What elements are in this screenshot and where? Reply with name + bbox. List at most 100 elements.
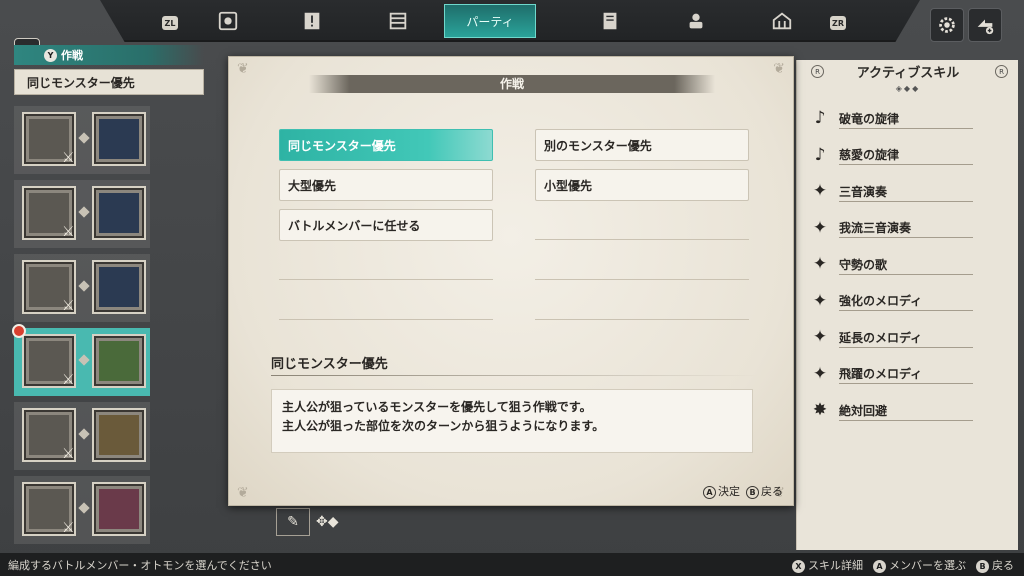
bottom-icon-row: ✎ ✥◆ [276, 508, 339, 536]
zl-button[interactable]: ZL [162, 16, 178, 30]
option-small-priority[interactable]: 小型優先 [535, 169, 749, 201]
stable-icon [772, 12, 792, 30]
skill-label: 我流三音演奏 [839, 221, 912, 236]
tab-notebook[interactable] [570, 4, 650, 38]
strategy-header-label: 作戦 [61, 49, 83, 62]
monstie-portrait[interactable] [92, 112, 146, 166]
weapon-icon: ⚔ [62, 150, 75, 166]
ornament-icon: ❦ [237, 61, 249, 77]
b-button-icon: B [746, 486, 759, 499]
link-diamond-icon [78, 132, 90, 144]
notebook-icon [603, 12, 617, 30]
page-indicator: ◈◆◆ [895, 84, 921, 93]
weapon-icon: ⚔ [62, 520, 75, 536]
add-member-button[interactable] [968, 8, 1002, 42]
description-box: 主人公が狙っているモンスターを優先して狙う作戦です。 主人公が狙った部位を次のタ… [271, 389, 753, 453]
party-row[interactable]: ⚔ [14, 180, 150, 248]
tab-inventory[interactable] [188, 4, 268, 38]
confirm-label: 決定 [718, 485, 740, 498]
monstie-portrait[interactable] [92, 186, 146, 240]
empty-slot-line [279, 279, 493, 280]
skill-label: 慈愛の旋律 [839, 148, 900, 163]
party-row[interactable]: ⚔ [14, 106, 150, 174]
skill-item[interactable]: ✸ 絶対回避 [809, 392, 1009, 429]
settings-button[interactable] [930, 8, 964, 42]
kinship-icon[interactable]: ✎ [276, 508, 310, 536]
active-skills-title: アクティブスキル [856, 65, 960, 81]
option-other-monster[interactable]: 別のモンスター優先 [535, 129, 749, 161]
footer-back-label: 戻る [992, 559, 1014, 572]
skill-item[interactable]: ✦ 延長のメロディ [809, 319, 1009, 356]
link-diamond-icon [78, 428, 90, 440]
tab-quests[interactable] [272, 4, 352, 38]
skill-item[interactable]: ♪ 慈愛の旋律 [809, 137, 1009, 174]
party-row[interactable]: ⚔ [14, 476, 150, 544]
tab-records[interactable] [358, 4, 438, 38]
tab-robot[interactable] [656, 4, 736, 38]
skill-item[interactable]: ✦ 守勢の歌 [809, 246, 1009, 283]
dodge-icon: ✸ [812, 400, 828, 421]
dialog-title: 作戦 [309, 75, 715, 93]
option-leave-to-members[interactable]: バトルメンバーに任せる [279, 209, 493, 241]
zr-button[interactable]: ZR [830, 16, 846, 30]
monstie-portrait[interactable] [92, 260, 146, 314]
select-member-hint[interactable]: A メンバーを選ぶ [873, 557, 966, 573]
confirm-hint[interactable]: A 決定 [703, 483, 740, 499]
strategy-dialog: ❦ ❦ ❦ ❦ 作戦 同じモンスター優先 大型優先 バトルメンバーに任せる 別の… [228, 56, 794, 506]
sparkle-icon: ✦ [812, 181, 828, 202]
active-skills-panel: R アクティブスキル R ◈◆◆ ♪ 破竜の旋律 ♪ 慈愛の旋律 ✦ 三音演奏 ✦ 我流… [796, 60, 1018, 550]
sparkle-icon: ✦ [812, 217, 828, 238]
skill-item[interactable]: ✦ 飛躍のメロディ [809, 356, 1009, 393]
empty-slot-line [535, 279, 749, 280]
link-diamond-icon [78, 354, 90, 366]
b-button-icon: B [976, 560, 989, 573]
skill-label: 延長のメロディ [839, 330, 923, 345]
skill-label: 守勢の歌 [839, 257, 888, 272]
current-strategy: 同じモンスター優先 [14, 69, 204, 95]
tab-stable[interactable] [742, 4, 822, 38]
weapon-icon: ⚔ [62, 224, 75, 240]
monstie-portrait[interactable] [92, 408, 146, 462]
book-icon [389, 12, 407, 30]
monstie-portrait[interactable] [92, 334, 146, 388]
party-row[interactable]: ⚔ [14, 254, 150, 322]
tab-party-label: パーティ [466, 14, 514, 29]
back-hint[interactable]: B 戻る [746, 483, 783, 499]
sparkle-icon: ✦ [812, 363, 828, 384]
strategy-header[interactable]: Y 作戦 [14, 45, 204, 65]
skill-detail-hint[interactable]: X スキル詳細 [792, 557, 863, 573]
x-button-icon: X [792, 560, 805, 573]
dialog-button-hints: A 決定 B 戻る [703, 483, 783, 499]
option-same-monster[interactable]: 同じモンスター優先 [279, 129, 493, 161]
tab-party[interactable]: パーティ [444, 4, 536, 38]
monstie-portrait[interactable] [92, 482, 146, 536]
skill-item[interactable]: ✦ 我流三音演奏 [809, 210, 1009, 247]
empty-slot-line [535, 239, 749, 240]
party-row-selected[interactable]: ⚔ [12, 324, 150, 396]
music-note-icon: ♪ [814, 144, 826, 165]
sparkle-icon: ✦ [812, 290, 828, 311]
skill-label: 破竜の旋律 [839, 111, 900, 126]
party-row[interactable]: ⚔ [14, 402, 150, 470]
option-large-priority[interactable]: 大型優先 [279, 169, 493, 201]
skill-item[interactable]: ♪ 破竜の旋律 [809, 100, 1009, 137]
empty-slot-line [535, 319, 749, 320]
select-member-label: メンバーを選ぶ [889, 559, 966, 572]
skill-label: 三音演奏 [839, 184, 888, 199]
skill-item[interactable]: ✦ 三音演奏 [809, 173, 1009, 210]
skill-label: 絶対回避 [839, 403, 888, 418]
y-button-icon: Y [44, 48, 57, 62]
skill-item[interactable]: ✦ 強化のメロディ [809, 283, 1009, 320]
r-next-button[interactable]: R [995, 65, 1008, 78]
divider [271, 375, 759, 376]
footer-back-hint[interactable]: B 戻る [976, 557, 1014, 573]
music-note-icon: ♪ [814, 108, 826, 129]
weapon-icon: ⚔ [62, 372, 75, 388]
exclamation-icon [304, 12, 320, 30]
link-diamond-icon [78, 206, 90, 218]
a-button-icon: A [703, 486, 716, 499]
ornament-icon: ❦ [773, 61, 785, 77]
footer-message: 編成するバトルメンバー・オトモンを選んでください [8, 559, 272, 572]
empty-slot-line [279, 319, 493, 320]
skill-detail-label: スキル詳細 [808, 559, 863, 572]
